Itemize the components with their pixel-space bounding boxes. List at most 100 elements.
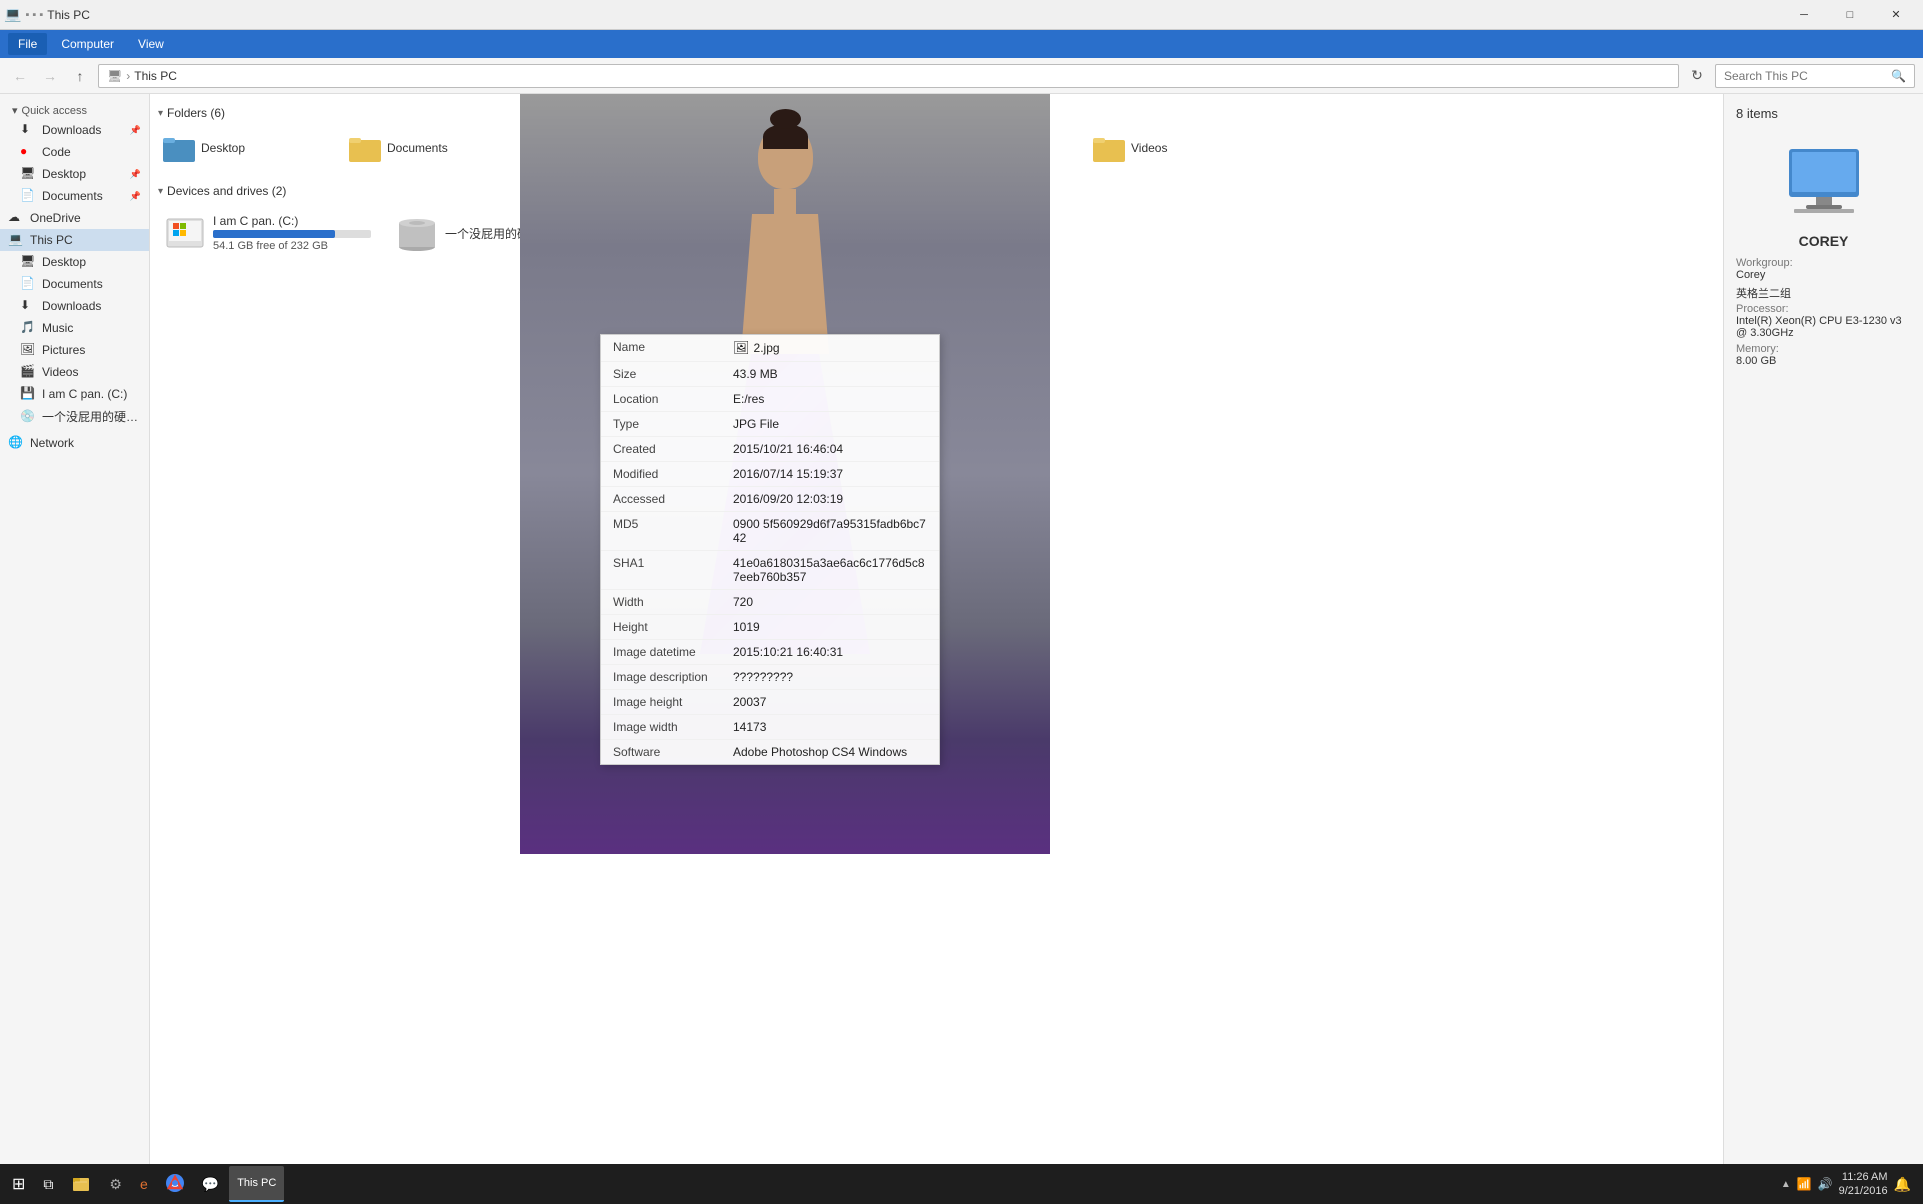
- prop-name-label: Name: [613, 340, 733, 356]
- prop-accessed-label: Accessed: [613, 492, 733, 506]
- prop-software-label: Software: [613, 745, 733, 759]
- prop-row-type: Type JPG File: [601, 412, 939, 437]
- forward-button[interactable]: →: [38, 64, 62, 88]
- taskbar: ⊞ ⧉ ⚙ e 💬 This PC: [0, 1164, 1923, 1204]
- ribbon-tab-view[interactable]: View: [128, 33, 174, 55]
- ribbon-tab-file[interactable]: File: [8, 33, 47, 55]
- properties-panel: Name 🖼 2.jpg Size 43.9 MB Location E:/re…: [600, 334, 940, 765]
- title-bar: 💻 ▪ ▪ ▪ This PC ─ □ ✕: [0, 0, 1923, 30]
- prop-row-height: Height 1019: [601, 615, 939, 640]
- wechat-icon: 💬: [202, 1176, 219, 1193]
- sidebar-item-documents-pc[interactable]: 📄 Documents: [0, 273, 149, 295]
- file-explorer-icon: [71, 1173, 91, 1196]
- ie-button[interactable]: e: [132, 1166, 156, 1202]
- wechat-button[interactable]: 💬: [194, 1166, 227, 1202]
- task-view-button[interactable]: ⧉: [35, 1166, 61, 1202]
- task-view-icon: ⧉: [43, 1176, 53, 1193]
- detail-memory-row: Memory: 8.00 GB: [1736, 343, 1911, 367]
- tray-time: 11:26 AM 9/21/2016: [1839, 1170, 1888, 1199]
- search-box[interactable]: 🔍: [1715, 64, 1915, 88]
- drive-c-progress-bar: [213, 230, 371, 238]
- sidebar-downloads-pc-label: Downloads: [42, 299, 141, 313]
- prop-created-value: 2015/10/21 16:46:04: [733, 442, 927, 456]
- detail-workgroup-row: Workgroup: Corey: [1736, 257, 1911, 281]
- prop-accessed-value: 2016/09/20 12:03:19: [733, 492, 927, 506]
- sidebar-item-downloads-pc[interactable]: ⬇ Downloads: [0, 295, 149, 317]
- sidebar-item-c-drive[interactable]: 💾 I am C pan. (C:): [0, 383, 149, 405]
- prop-size-value: 43.9 MB: [733, 367, 927, 381]
- sidebar-item-videos[interactable]: 🎬 Videos: [0, 361, 149, 383]
- sidebar-desktop-label: Desktop: [42, 167, 124, 181]
- file-explorer-button[interactable]: [63, 1166, 99, 1202]
- folder-documents-icon: [349, 132, 381, 164]
- prop-created-label: Created: [613, 442, 733, 456]
- tray-clock: 11:26 AM: [1839, 1170, 1888, 1184]
- videos-icon: 🎬: [20, 364, 36, 380]
- prop-row-accessed: Accessed 2016/09/20 12:03:19: [601, 487, 939, 512]
- ribbon-tab-computer[interactable]: Computer: [51, 33, 124, 55]
- folder-desktop[interactable]: Desktop: [158, 128, 338, 168]
- refresh-button[interactable]: ↻: [1685, 64, 1709, 88]
- sidebar-desktop-pc-label: Desktop: [42, 255, 141, 269]
- prop-sha1-label: SHA1: [613, 556, 733, 584]
- search-input[interactable]: [1724, 69, 1891, 83]
- settings-button[interactable]: ⚙: [101, 1166, 130, 1202]
- chrome-button[interactable]: [158, 1166, 192, 1202]
- sidebar-item-code[interactable]: ● Code: [0, 141, 149, 163]
- pictures-icon: 🖼: [20, 342, 36, 358]
- search-icon: 🔍: [1891, 69, 1906, 83]
- quick-access-header[interactable]: ▾ Quick access: [0, 98, 149, 119]
- sidebar-downloads-label: Downloads: [42, 123, 124, 137]
- sidebar-item-network[interactable]: 🌐 Network: [0, 432, 149, 454]
- start-button[interactable]: ⊞: [4, 1166, 33, 1202]
- prop-row-size: Size 43.9 MB: [601, 362, 939, 387]
- window-title: This PC: [47, 8, 1781, 22]
- prop-height-label: Height: [613, 620, 733, 634]
- address-path-container[interactable]: 🖥 › This PC: [98, 64, 1679, 88]
- detail-workgroup-value: Corey: [1736, 269, 1911, 281]
- drive-c-header: I am C pan. (C:) 54.1 GB free of 232 GB: [165, 213, 371, 253]
- sidebar-item-desktop-quick[interactable]: 🖥 Desktop 📌: [0, 163, 149, 185]
- prop-size-label: Size: [613, 367, 733, 381]
- prop-location-label: Location: [613, 392, 733, 406]
- start-icon: ⊞: [12, 1174, 25, 1194]
- address-path-text: This PC: [134, 69, 177, 83]
- prop-md5-value: 0900 5f560929d6f7a95315fadb6bc742: [733, 517, 927, 545]
- folder-videos[interactable]: Videos: [1088, 128, 1268, 168]
- tray-notification-icon: 🔔: [1894, 1176, 1911, 1193]
- sidebar-item-documents-quick[interactable]: 📄 Documents 📌: [0, 185, 149, 207]
- sidebar-videos-label: Videos: [42, 365, 141, 379]
- folders-header-text: Folders (6): [167, 106, 225, 120]
- folder-videos-icon: [1093, 132, 1125, 164]
- documents-quick-icon: 📄: [20, 188, 36, 204]
- desktop-quick-icon: 🖥: [20, 166, 36, 182]
- sidebar-item-e-drive[interactable]: 💿 一个没屁用的硬盘 (E:): [0, 405, 149, 428]
- drive-c-name: I am C pan. (C:): [213, 214, 371, 228]
- prop-height-value: 1019: [733, 620, 927, 634]
- window-controls: ─ □ ✕: [1781, 0, 1919, 30]
- drive-c-icon: [165, 213, 205, 253]
- sidebar-item-desktop-pc[interactable]: 🖥 Desktop: [0, 251, 149, 273]
- detail-memory-label: Memory:: [1736, 343, 1911, 355]
- sidebar-item-pictures[interactable]: 🖼 Pictures: [0, 339, 149, 361]
- folder-documents[interactable]: Documents: [344, 128, 524, 168]
- prop-img-datetime-label: Image datetime: [613, 645, 733, 659]
- this-pc-taskbar-label: This PC: [237, 1177, 276, 1189]
- prop-width-label: Width: [613, 595, 733, 609]
- prop-img-height-label: Image height: [613, 695, 733, 709]
- pin-icon: 📌: [130, 125, 141, 136]
- sidebar-item-this-pc[interactable]: 💻 This PC: [0, 229, 149, 251]
- detail-count: 8 items: [1736, 106, 1778, 121]
- minimize-button[interactable]: ─: [1781, 0, 1827, 30]
- prop-row-modified: Modified 2016/07/14 15:19:37: [601, 462, 939, 487]
- drive-c[interactable]: I am C pan. (C:) 54.1 GB free of 232 GB: [158, 206, 378, 260]
- sidebar-onedrive-label: OneDrive: [30, 211, 141, 225]
- sidebar-item-music[interactable]: 🎵 Music: [0, 317, 149, 339]
- maximize-button[interactable]: □: [1827, 0, 1873, 30]
- sidebar-item-onedrive[interactable]: ☁ OneDrive: [0, 207, 149, 229]
- sidebar-item-downloads-quick[interactable]: ⬇ Downloads 📌: [0, 119, 149, 141]
- back-button[interactable]: ←: [8, 64, 32, 88]
- close-button[interactable]: ✕: [1873, 0, 1919, 30]
- this-pc-taskbar-button[interactable]: This PC: [229, 1166, 284, 1202]
- up-button[interactable]: ↑: [68, 64, 92, 88]
